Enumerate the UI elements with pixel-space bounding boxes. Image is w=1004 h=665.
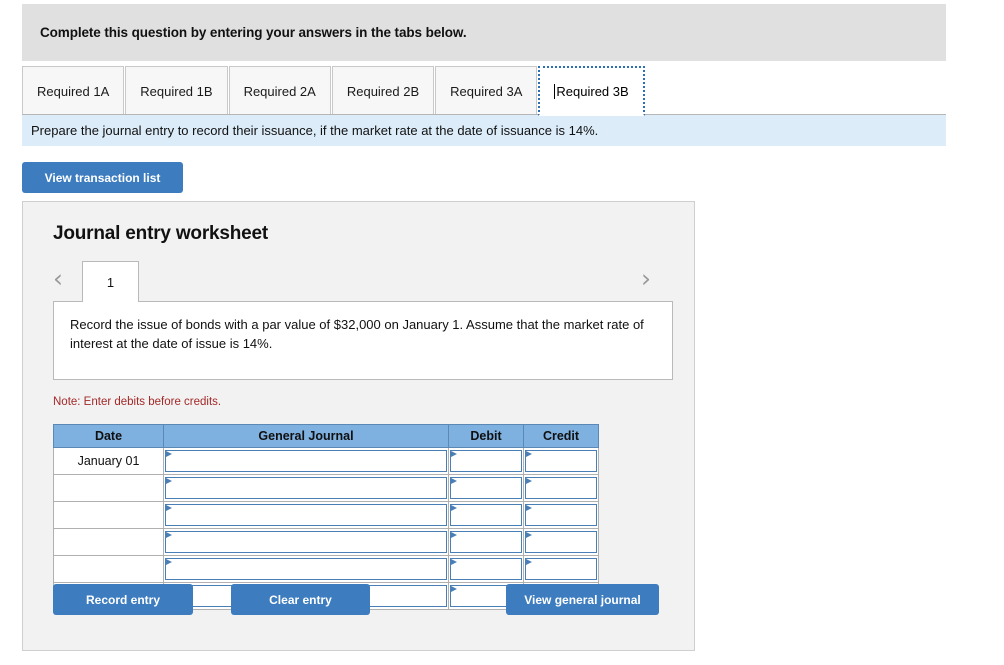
record-entry-button[interactable]: Record entry [53,584,193,615]
credit-input[interactable] [525,531,597,553]
column-header-debit: Debit [448,424,524,448]
cell-credit[interactable] [523,501,599,529]
cell-general-journal[interactable] [163,501,449,529]
instruction-banner-text: Complete this question by entering your … [40,25,467,40]
credit-input[interactable] [525,504,597,526]
cell-debit[interactable] [448,501,524,529]
credit-input[interactable] [525,558,597,580]
tab-required-3a[interactable]: Required 3A [435,66,538,116]
tab-required-3b[interactable]: Required 3B [538,66,645,116]
tab-required-1a[interactable]: Required 1A [22,66,125,116]
general-journal-input[interactable] [165,504,447,526]
cell-debit[interactable] [448,447,524,475]
worksheet-pager: ‹ 1 › [23,261,696,302]
cell-date [53,501,164,529]
tab-label: Required 2B [346,83,420,99]
cell-debit[interactable] [448,474,524,502]
cell-date: January 01 [53,447,164,475]
debit-input[interactable] [450,558,522,580]
tab-label: Required 1A [37,83,110,99]
cell-date [53,474,164,502]
worksheet-title: Journal entry worksheet [53,223,269,244]
table-row [53,528,599,556]
tab-label: Required 3A [450,83,523,99]
debit-input[interactable] [450,504,522,526]
general-journal-input[interactable] [165,477,447,499]
table-row: January 01 [53,447,599,475]
table-header-row: Date General Journal Debit Credit [53,424,599,448]
debits-before-credits-note: Note: Enter debits before credits. [53,396,222,408]
instruction-banner: Complete this question by entering your … [22,4,946,61]
cell-credit[interactable] [523,528,599,556]
credit-input[interactable] [525,477,597,499]
table-row [53,555,599,583]
table-row [53,501,599,529]
worksheet-page-tab-1[interactable]: 1 [82,261,139,302]
cell-debit[interactable] [448,555,524,583]
debit-input[interactable] [450,450,522,472]
cell-general-journal[interactable] [163,474,449,502]
table-row [53,474,599,502]
debit-input[interactable] [450,531,522,553]
view-transaction-list-button[interactable]: View transaction list [22,162,183,193]
general-journal-input[interactable] [165,450,447,472]
view-general-journal-button[interactable]: View general journal [506,584,659,615]
cell-credit[interactable] [523,555,599,583]
cell-general-journal[interactable] [163,528,449,556]
journal-entry-table: Date General Journal Debit Credit January 0… [53,424,599,610]
cell-general-journal[interactable] [163,447,449,475]
cell-general-journal[interactable] [163,555,449,583]
page-root: Complete this question by entering your … [0,0,1004,665]
cell-credit[interactable] [523,474,599,502]
general-journal-input[interactable] [165,558,447,580]
tab-label: Required 2A [243,83,316,99]
cell-credit[interactable] [523,447,599,475]
credit-input[interactable] [525,450,597,472]
clear-entry-button[interactable]: Clear entry [231,584,370,615]
tab-label: Required 1B [140,83,213,99]
general-journal-input[interactable] [165,531,447,553]
column-header-credit: Credit [523,424,599,448]
cell-date [53,528,164,556]
requirement-prompt-bar: Prepare the journal entry to record thei… [22,115,946,146]
column-header-general-journal: General Journal [163,424,449,448]
chevron-right-icon[interactable]: › [641,266,651,291]
column-header-date: Date [53,424,164,448]
requirement-tabs: Required 1A Required 1B Required 2A Require… [22,64,946,116]
chevron-left-icon[interactable]: ‹ [53,266,63,291]
tab-label: Required 3B [556,83,629,99]
tab-required-2a[interactable]: Required 2A [228,66,331,116]
worksheet-description: Record the issue of bonds with a par val… [53,301,673,380]
debit-input[interactable] [450,477,522,499]
cell-date [53,555,164,583]
journal-entry-worksheet-panel: Journal entry worksheet ‹ 1 › Record the… [22,201,695,651]
tab-required-2b[interactable]: Required 2B [331,66,435,116]
cell-debit[interactable] [448,528,524,556]
requirement-prompt-text: Prepare the journal entry to record thei… [31,123,599,138]
text-caret [554,83,556,99]
tab-required-1b[interactable]: Required 1B [125,66,228,116]
